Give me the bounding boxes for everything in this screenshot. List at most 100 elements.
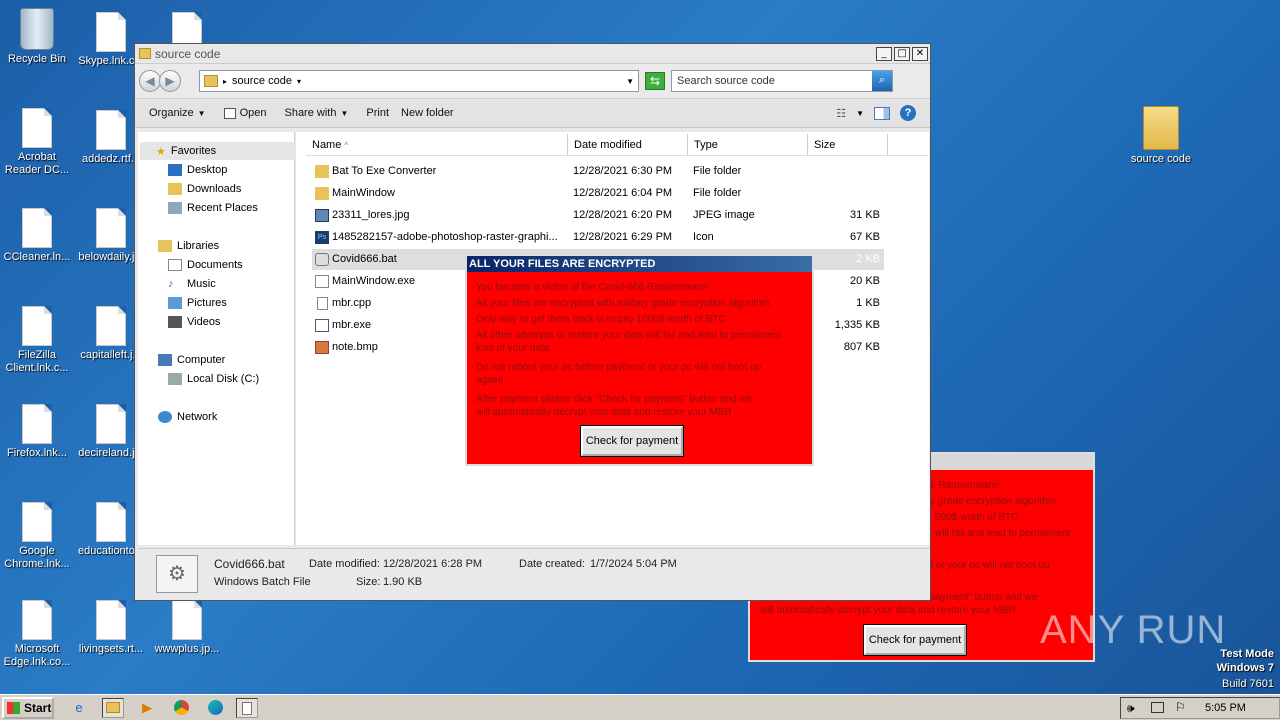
breadcrumb[interactable]: source code	[232, 75, 292, 87]
file-name: 23311_lores.jpg	[332, 209, 410, 221]
file-size: 31 KB	[850, 209, 880, 221]
open-icon	[223, 107, 236, 119]
refresh-button[interactable]: ⇆	[645, 72, 665, 90]
recent-places-icon	[168, 202, 182, 214]
windows-version-label: Windows 7	[1216, 662, 1274, 674]
nav-item-videos[interactable]: Videos	[168, 313, 220, 331]
desktop-icon-recycle-bin[interactable]: Recycle Bin	[0, 8, 74, 66]
column-header-date[interactable]: Date modified	[568, 134, 688, 156]
nav-item-favorites[interactable]: ★ Favorites	[140, 142, 296, 160]
chrome-icon[interactable]	[170, 698, 192, 718]
volume-icon[interactable]: 🕪	[1127, 701, 1135, 716]
desktop-icon-edge[interactable]: Microsoft Edge.lnk.co...	[0, 600, 74, 669]
share-with-button[interactable]: Share with ▼	[284, 107, 348, 119]
file-size: 1,335 KB	[834, 319, 880, 331]
explorer-titlebar[interactable]: source code _ □ ✕	[135, 44, 930, 64]
nav-item-computer[interactable]: Computer	[158, 351, 225, 369]
check-payment-button-back[interactable]: Check for payment	[863, 624, 967, 656]
flag-icon[interactable]: ⚐	[1175, 700, 1186, 714]
organize-button[interactable]: Organize ▼	[149, 107, 206, 119]
address-dropdown-icon[interactable]: ▼	[626, 77, 634, 86]
column-header-size[interactable]: Size	[808, 134, 888, 156]
address-bar[interactable]: ▸ source code ▾ ▼	[199, 70, 639, 92]
ie-icon[interactable]: e	[68, 698, 90, 718]
desktop-icon-source-code[interactable]: source code	[1124, 106, 1198, 166]
table-row[interactable]: Ps 1485282157-adobe-photoshop-raster-gra…	[312, 227, 884, 248]
details-created-value: 1/7/2024 5:04 PM	[590, 558, 677, 570]
chevron-down-icon[interactable]: ▾	[297, 77, 301, 86]
nav-item-recent-places[interactable]: Recent Places	[168, 199, 258, 217]
table-row[interactable]: Bat To Exe Converter 12/28/2021 6:30 PM …	[312, 161, 884, 182]
file-name: 1485282157-adobe-photoshop-raster-graphi…	[332, 231, 558, 243]
document-taskbar-icon[interactable]	[236, 698, 258, 718]
file-icon	[22, 108, 52, 148]
column-header-name[interactable]: Name ^	[306, 134, 568, 156]
file-icon	[22, 208, 52, 248]
chevron-down-icon: ▼	[197, 108, 206, 118]
close-button[interactable]: ✕	[912, 46, 928, 61]
print-button[interactable]: Print	[366, 107, 389, 119]
computer-icon	[158, 354, 172, 366]
desktop-icon-chrome[interactable]: Google Chrome.lnk...	[0, 502, 74, 571]
table-row[interactable]: 23311_lores.jpg 12/28/2021 6:20 PM JPEG …	[312, 205, 884, 226]
maximize-button[interactable]: □	[894, 46, 910, 61]
view-options-icon[interactable]: ☷	[836, 107, 846, 120]
file-name: note.bmp	[332, 341, 378, 353]
chevron-down-icon[interactable]: ▼	[856, 109, 864, 118]
back-button[interactable]: ◀	[139, 70, 161, 92]
new-folder-button[interactable]: New folder	[401, 107, 454, 119]
desktop-icon-label: Google Chrome.lnk...	[4, 545, 70, 570]
nav-item-local-disk[interactable]: Local Disk (C:)	[168, 370, 259, 388]
start-button[interactable]: Start	[2, 697, 54, 719]
column-header-type[interactable]: Type	[688, 134, 808, 156]
file-type: File folder	[693, 165, 742, 177]
ransom-text-line: After payment please click "Check for pa…	[476, 394, 753, 405]
nav-label: Music	[187, 278, 216, 290]
column-label: Name	[312, 139, 342, 151]
forward-button[interactable]: ▶	[159, 70, 181, 92]
desktop-icon-label: Microsoft Edge.lnk.co...	[3, 643, 71, 668]
desktop-icon-label: wwwplus.jp...	[154, 643, 220, 655]
desktop-icon-firefox[interactable]: Firefox.lnk...	[0, 404, 74, 460]
nav-item-music[interactable]: ♪ Music	[168, 275, 216, 293]
details-created-label: Date created:	[519, 558, 586, 570]
nav-item-libraries[interactable]: Libraries	[158, 237, 219, 255]
check-payment-button[interactable]: Check for payment	[580, 425, 684, 457]
network-tray-icon[interactable]	[1151, 702, 1164, 713]
nav-item-desktop[interactable]: Desktop	[168, 161, 227, 179]
open-button[interactable]: Open	[223, 107, 266, 119]
ransom-dialog-title[interactable]: ALL YOUR FILES ARE ENCRYPTED	[467, 256, 812, 272]
desktop-icon-ccleaner[interactable]: CCleaner.ln...	[0, 208, 74, 264]
explorer-taskbar-icon[interactable]	[102, 698, 124, 718]
search-input[interactable]: Search source code ⌕	[671, 70, 893, 92]
details-size-value: 1.90 KB	[383, 576, 423, 588]
desktop-icon-label: Recycle Bin	[7, 53, 67, 65]
desktop-icon-filezilla[interactable]: FileZilla Client.lnk.c...	[0, 306, 74, 375]
nav-item-network[interactable]: Network	[158, 408, 217, 426]
file-icon	[96, 12, 126, 52]
desktop-icon-wwwplus[interactable]: wwwplus.jp...	[150, 600, 224, 656]
clock[interactable]: 5:05 PM	[1205, 702, 1246, 714]
nav-item-documents[interactable]: Documents	[168, 256, 243, 274]
help-icon[interactable]: ?	[900, 105, 916, 121]
file-icon	[96, 404, 126, 444]
desktop-icon-acrobat[interactable]: Acrobat Reader DC...	[0, 108, 74, 177]
desktop-icon-label: Acrobat Reader DC...	[4, 151, 70, 176]
preview-pane-icon[interactable]	[874, 106, 890, 120]
media-player-icon[interactable]: ▶	[136, 698, 158, 718]
file-size: 20 KB	[850, 275, 880, 287]
desktop-icon-label: Firefox.lnk...	[7, 447, 67, 459]
table-row[interactable]: MainWindow 12/28/2021 6:04 PM File folde…	[312, 183, 884, 204]
edge-icon[interactable]	[204, 698, 226, 718]
build-label: Build 7601	[1222, 678, 1274, 690]
file-icon	[317, 297, 328, 310]
minimize-button[interactable]: _	[876, 46, 892, 61]
file-size: 2 KB	[856, 253, 880, 265]
ransom-text-line: t or your pc will not boot up	[930, 560, 1050, 571]
search-icon[interactable]: ⌕	[872, 71, 892, 91]
desktop-icon-label: FileZilla Client.lnk.c...	[5, 349, 69, 374]
nav-item-downloads[interactable]: Downloads	[168, 180, 241, 198]
file-date: 12/28/2021 6:30 PM	[573, 165, 673, 177]
nav-item-pictures[interactable]: Pictures	[168, 294, 227, 312]
desktop-icon-livingsets[interactable]: livingsets.rt...	[74, 600, 148, 656]
